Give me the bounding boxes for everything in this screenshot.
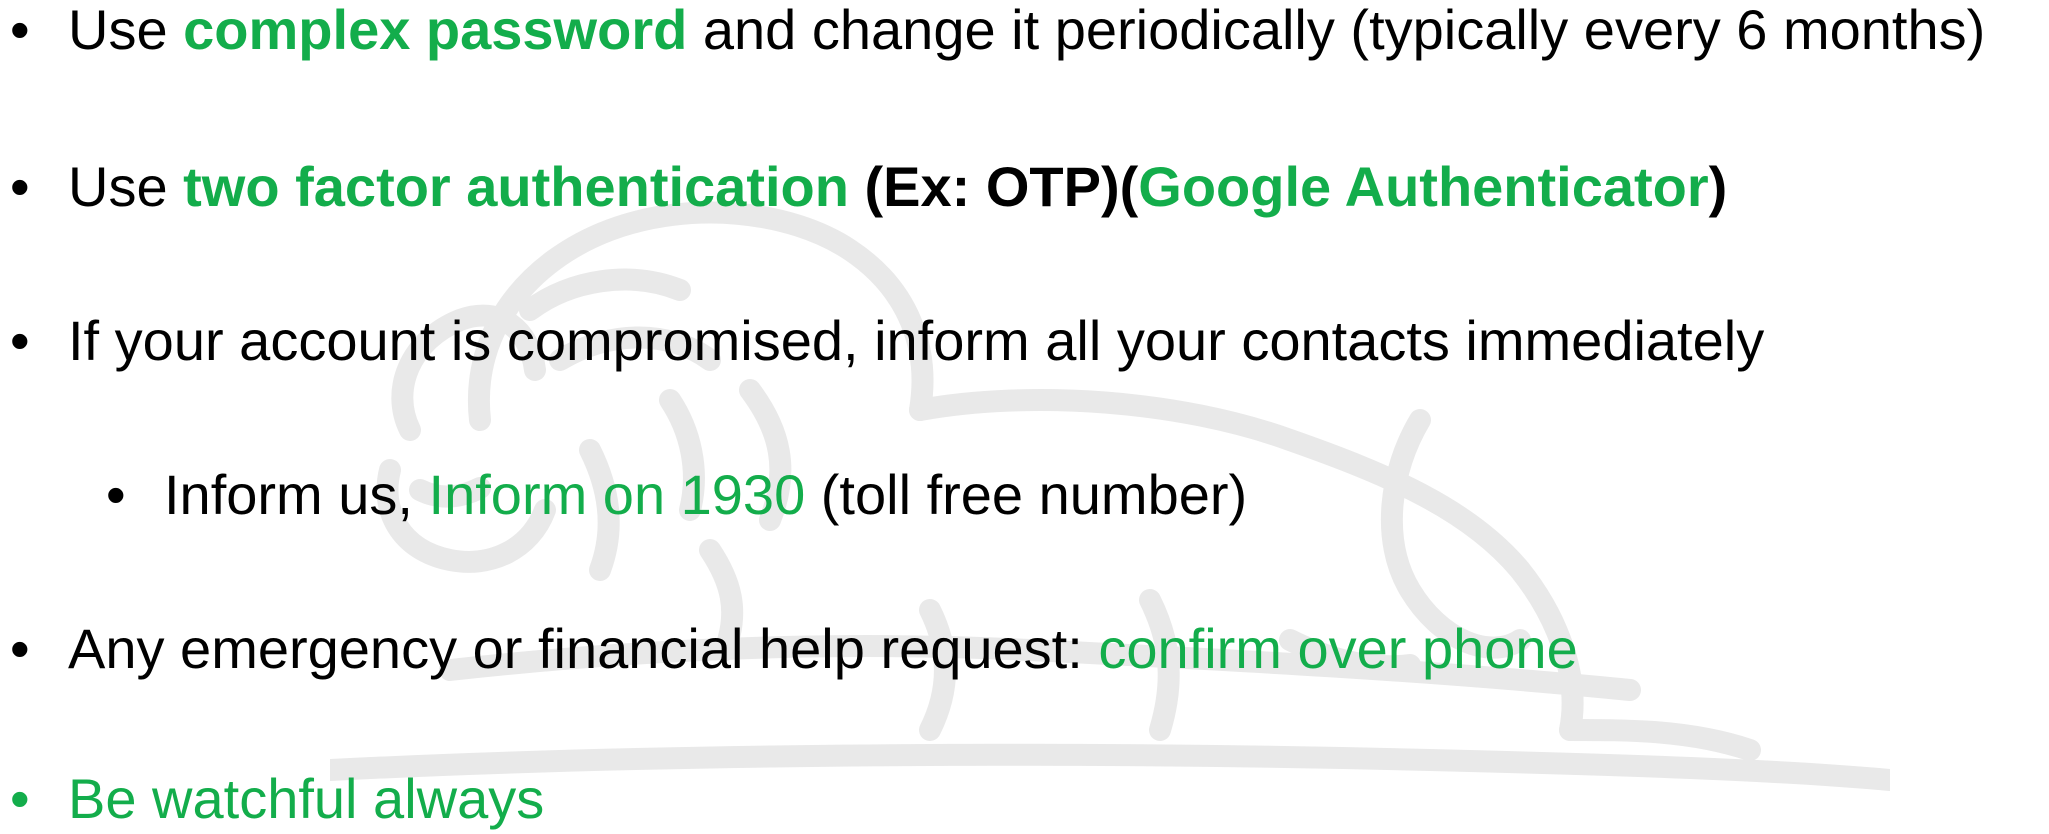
bullet-text: Any emergency or financial help request:… <box>68 614 1578 684</box>
slide-content: • Use complex password and change it per… <box>0 0 2049 830</box>
bullet-dot: • <box>10 0 30 61</box>
highlight-confirm-over-phone: confirm over phone <box>1098 617 1578 680</box>
bullet-text: Be watchful always <box>68 767 545 830</box>
highlight-two-factor-authentication: two factor authentication <box>183 155 849 218</box>
bullet-dot: • <box>10 767 30 830</box>
text-segment: Any emergency or financial help request: <box>68 617 1099 680</box>
highlight-google-authenticator: Google Authenticator <box>1138 155 1709 218</box>
text-segment: Use <box>68 0 184 61</box>
bullet-text: Use complex password and change it perio… <box>68 0 1985 65</box>
bullet-dot: • <box>10 155 30 218</box>
text-segment-otp: (Ex: OTP)( <box>848 155 1139 218</box>
bullet-dot: • <box>10 309 30 372</box>
text-segment: Inform us, <box>164 463 429 526</box>
highlight-inform-on-1930: Inform on 1930 <box>428 463 806 526</box>
highlight-complex-password: complex password <box>183 0 688 61</box>
bullet-text: Inform us, Inform on 1930 (toll free num… <box>164 460 1247 530</box>
bullet-dot: • <box>106 463 126 526</box>
text-segment: (toll free number) <box>805 463 1248 526</box>
bullet-text: If your account is compromised, inform a… <box>68 309 1765 372</box>
bullet-text: Use two factor authentication (Ex: OTP)(… <box>68 152 1727 222</box>
text-segment-close-paren: ) <box>1708 155 1728 218</box>
text-segment: Use <box>68 155 184 218</box>
bullet-dot: • <box>10 617 30 680</box>
text-segment: and change it periodically (typically ev… <box>687 0 1986 61</box>
